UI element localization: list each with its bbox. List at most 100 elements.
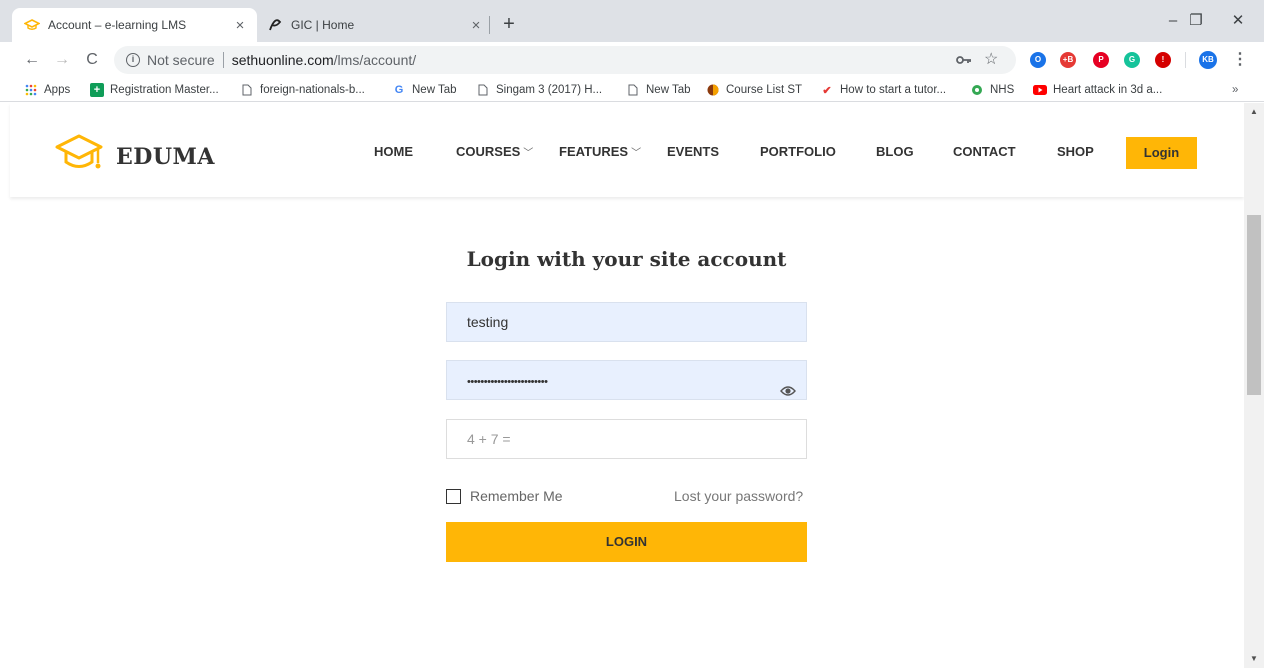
key-icon[interactable] (956, 46, 972, 74)
nav-label: SHOP (1057, 144, 1094, 159)
logo-text: EDUMA (116, 143, 215, 170)
nhs-icon (970, 83, 984, 97)
bookmark-label: Heart attack in 3d a... (1053, 84, 1163, 96)
bookmark-singam[interactable]: Singam 3 (2017) H... (476, 81, 602, 99)
nav-contact[interactable]: CONTACT (953, 144, 1016, 159)
bookmark-new-tab-2[interactable]: New Tab (626, 81, 691, 99)
bookmark-tutor[interactable]: ✔ How to start a tutor... (820, 81, 946, 99)
scroll-down-icon[interactable]: ▼ (1244, 654, 1264, 663)
page-viewport: EDUMA HOME COURSES ﹀ FEATURES ﹀ EVENTS POR… (0, 103, 1244, 668)
bookmark-label: Singam 3 (2017) H... (496, 84, 603, 96)
nav-courses[interactable]: COURSES ﹀ (456, 144, 533, 159)
bookmark-course-list[interactable]: Course List ST (706, 81, 802, 99)
checkbox-box[interactable] (446, 488, 461, 504)
apps-icon (24, 83, 38, 97)
password-value: •••••••••••••••••••••••• (467, 376, 548, 388)
eye-icon[interactable] (780, 373, 796, 411)
page-title: Login with your site account (466, 247, 787, 271)
bookmark-label: Registration Master... (110, 84, 219, 96)
tab-close-icon[interactable]: × (229, 17, 251, 34)
bookmark-registration[interactable]: + Registration Master... (90, 81, 219, 99)
username-value: testing (467, 314, 509, 330)
graduation-cap-icon (54, 133, 104, 180)
new-tab-button[interactable]: + (496, 12, 522, 38)
gic-logo-icon (267, 17, 283, 33)
bookmark-new-tab[interactable]: G New Tab (392, 81, 457, 99)
captcha-input[interactable]: 4 + 7 = (446, 419, 807, 459)
reload-button[interactable]: C (80, 48, 104, 72)
nav-shop[interactable]: SHOP (1057, 144, 1094, 159)
nav-label: CONTACT (953, 144, 1016, 159)
nav-portfolio[interactable]: PORTFOLIO (760, 144, 836, 159)
site-logo[interactable]: EDUMA (54, 133, 215, 180)
omnibox-divider (222, 52, 224, 68)
remember-me-label: Remember Me (470, 488, 563, 504)
profile-avatar[interactable]: KB (1199, 51, 1217, 69)
nav-label: FEATURES (559, 144, 629, 159)
toolbar-divider (1185, 52, 1186, 68)
address-bar[interactable]: i Not secure sethuonline.com/lms/account… (114, 46, 1016, 74)
bookmark-heart-attack[interactable]: Heart attack in 3d a... (1033, 81, 1162, 99)
graduation-cap-icon (24, 17, 40, 33)
tab-title: GIC | Home (291, 18, 355, 32)
close-window-button[interactable]: ✕ (1215, 6, 1261, 36)
bookmarks-bar: Apps + Registration Master... foreign-na… (0, 78, 1264, 102)
bookmark-label: How to start a tutor... (840, 84, 947, 96)
lost-password-link[interactable]: Lost your password? (674, 488, 803, 504)
chevron-down-icon: ﹀ (523, 148, 534, 159)
opera-ext-icon[interactable]: O (1030, 52, 1046, 68)
url-host: sethuonline.com (231, 52, 334, 68)
site-header: EDUMA HOME COURSES ﹀ FEATURES ﹀ EVENTS POR… (10, 103, 1244, 197)
tab-title: Account – e-learning LMS (48, 18, 187, 32)
captcha-placeholder: 4 + 7 = (467, 431, 511, 447)
menu-dots-icon[interactable]: ⋮ (1232, 49, 1248, 69)
nav-home[interactable]: HOME (374, 144, 413, 159)
page-scrollbar[interactable]: ▲ ▼ (1244, 103, 1264, 668)
nav-label: EVENTS (667, 144, 720, 159)
google-icon: G (394, 84, 404, 96)
nav-label: HOME (374, 144, 413, 159)
bookmark-apps[interactable]: Apps (24, 81, 70, 99)
page-icon (626, 83, 640, 97)
grammarly-ext-icon[interactable]: G (1124, 52, 1140, 68)
browser-tab-strip: Account – e-learning LMS × GIC | Home × … (0, 0, 1264, 42)
nav-blog[interactable]: BLOG (876, 144, 914, 159)
username-field[interactable]: testing (446, 302, 807, 342)
nav-label: COURSES (456, 144, 521, 159)
page-icon (240, 83, 254, 97)
security-status: Not secure (147, 52, 215, 68)
scroll-up-icon[interactable]: ▲ (1244, 107, 1264, 116)
nav-features[interactable]: FEATURES ﹀ (559, 144, 641, 159)
back-button[interactable]: ← (20, 48, 44, 72)
tab-account[interactable]: Account – e-learning LMS × (12, 8, 257, 42)
youtube-icon (1033, 83, 1047, 97)
info-icon[interactable]: i (126, 53, 140, 67)
kb-ext-icon[interactable]: +B (1060, 52, 1076, 68)
pinterest-ext-icon[interactable]: P (1093, 52, 1109, 68)
bookmark-label: New Tab (646, 84, 691, 96)
url-path: /lms/account/ (333, 52, 417, 68)
bookmark-foreign-nationals[interactable]: foreign-nationals-b... (240, 81, 365, 99)
tutor-icon: ✔ (822, 84, 832, 97)
password-field[interactable]: •••••••••••••••••••••••• (446, 360, 807, 400)
course-icon (706, 83, 720, 97)
tab-divider (489, 16, 490, 34)
forward-button[interactable]: → (50, 48, 74, 72)
nav-label: PORTFOLIO (760, 144, 836, 159)
chevron-down-icon: ﹀ (631, 148, 642, 159)
login-submit-button[interactable]: LOGIN (446, 522, 807, 562)
adblock-ext-icon[interactable]: ! (1155, 52, 1171, 68)
bookmarks-overflow-button[interactable]: » (1232, 81, 1238, 99)
sheets-icon: + (90, 83, 104, 97)
bookmark-label: New Tab (412, 84, 457, 96)
nav-events[interactable]: EVENTS (667, 144, 719, 159)
header-login-button[interactable]: Login (1126, 137, 1197, 169)
page-icon (476, 83, 490, 97)
scrollbar-thumb[interactable] (1247, 215, 1261, 395)
tab-close-icon[interactable]: × (465, 17, 487, 34)
tab-gic-home[interactable]: GIC | Home × (257, 8, 493, 42)
star-icon[interactable]: ☆ (984, 46, 998, 74)
bookmark-nhs[interactable]: NHS (970, 81, 1014, 99)
restore-button[interactable]: ❐ (1173, 6, 1219, 36)
remember-me-checkbox[interactable]: Remember Me (446, 488, 563, 504)
